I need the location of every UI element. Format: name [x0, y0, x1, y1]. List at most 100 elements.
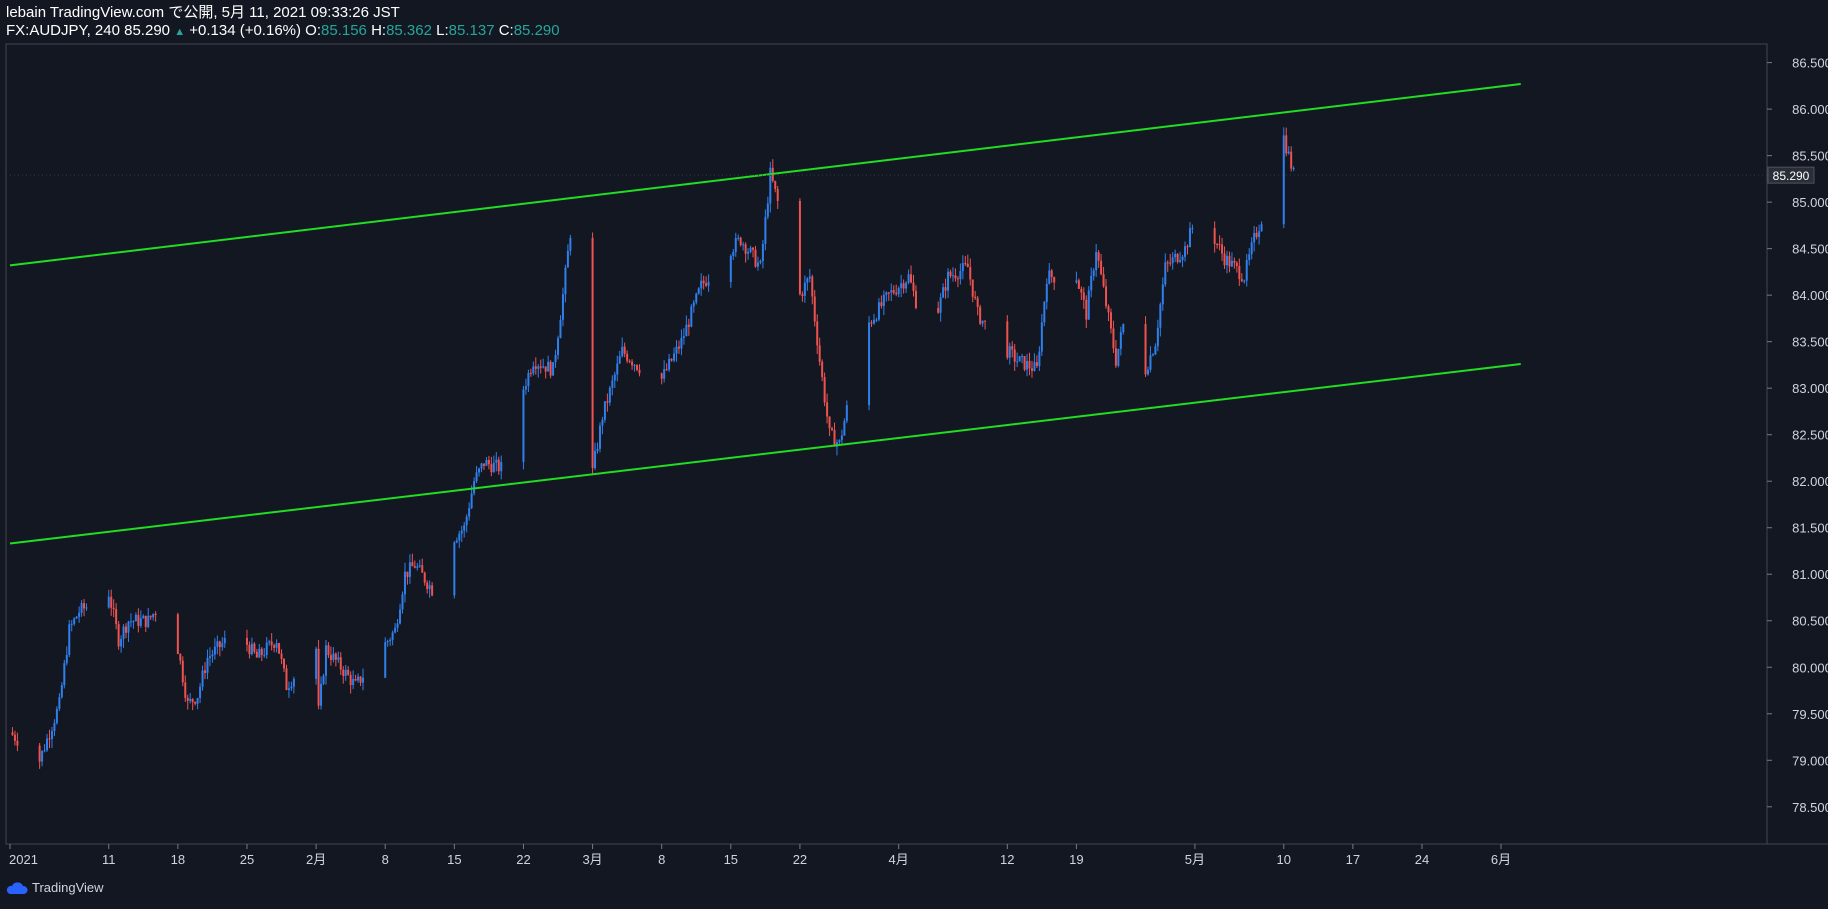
candle-body	[495, 459, 498, 463]
candle-body	[48, 738, 51, 740]
candle-body	[1223, 253, 1226, 266]
candle-body	[756, 262, 759, 267]
candle-body	[813, 296, 816, 322]
candle-body	[1087, 290, 1090, 320]
candle-body	[1107, 306, 1110, 313]
candle-body	[1156, 327, 1159, 347]
candle-body	[1235, 262, 1238, 266]
candle-body	[971, 279, 974, 297]
candle-body	[50, 731, 53, 740]
candle-body	[774, 180, 777, 190]
candle-body	[75, 616, 78, 619]
candle-body	[823, 377, 826, 403]
price-chart[interactable]: 86.500 86.000 85.500 85.000 84.500 84.000 83.5…	[0, 0, 1828, 909]
candle-body	[245, 637, 248, 645]
candle-body	[608, 387, 611, 403]
candle-body	[1260, 224, 1263, 232]
candle-body	[196, 698, 199, 704]
candle-body	[912, 282, 915, 291]
price-tick-label: 85.500	[1792, 149, 1828, 164]
candle-body	[739, 237, 742, 245]
candle-body	[453, 542, 456, 596]
time-tick-label: 22	[793, 852, 807, 867]
candle-body	[1245, 260, 1248, 281]
candle-body	[937, 308, 940, 313]
candle-body	[132, 621, 135, 623]
candle-body	[961, 263, 964, 272]
candle-body	[485, 460, 488, 466]
candle-body	[1221, 244, 1224, 254]
candle-body	[554, 355, 557, 363]
candle-body	[947, 271, 950, 291]
candle-body	[561, 294, 564, 320]
candle-body	[147, 615, 150, 627]
price-tick-label: 86.500	[1792, 56, 1828, 71]
candle-body	[1040, 322, 1043, 352]
candle-body	[468, 508, 471, 517]
candle-body	[65, 654, 68, 664]
candle-body	[1285, 135, 1288, 154]
price-tick-label: 81.500	[1792, 521, 1828, 536]
candle-body	[1013, 349, 1016, 362]
candle-body	[1053, 277, 1056, 283]
candle-body	[181, 660, 184, 683]
candle-body	[253, 643, 256, 652]
candle-body	[1248, 254, 1251, 261]
candle-body	[268, 641, 271, 643]
candle-body	[534, 366, 537, 369]
candle-body	[478, 468, 481, 473]
candles-layer	[11, 127, 1295, 769]
price-tick-label: 85.000	[1792, 195, 1828, 210]
candle-body	[285, 668, 288, 690]
candle-body	[139, 618, 142, 626]
candle-body	[401, 594, 404, 610]
candle-body	[290, 686, 293, 689]
candle-body	[566, 250, 569, 268]
time-tick-label: 12	[1000, 852, 1014, 867]
candle-body	[887, 292, 890, 294]
candle-body	[352, 678, 355, 685]
candle-body	[1082, 292, 1085, 300]
candle-body	[732, 251, 735, 257]
candle-body	[680, 337, 683, 349]
candle-body	[349, 674, 352, 685]
candle-body	[527, 372, 530, 387]
price-tick-label: 83.000	[1792, 381, 1828, 396]
candle-body	[900, 283, 903, 289]
candle-body	[1146, 369, 1149, 375]
candle-body	[826, 402, 829, 417]
candle-body	[875, 319, 878, 321]
candle-body	[1038, 351, 1041, 366]
candle-body	[954, 275, 957, 279]
candle-body	[1166, 262, 1169, 264]
candle-body	[1018, 356, 1021, 362]
candle-body	[1188, 228, 1191, 248]
price-tick-label: 80.000	[1792, 660, 1828, 675]
candle-body	[902, 283, 905, 289]
candle-body	[1159, 304, 1162, 328]
candle-body	[428, 585, 431, 589]
candle-body	[144, 615, 147, 627]
candle-body	[742, 244, 745, 246]
candle-body	[78, 612, 81, 617]
time-axis[interactable]: 2021 11 18 25 2月 8 15 22 3月 8 15 22 4月 12 19 5月 10 17 24 6月	[9, 844, 1511, 867]
time-tick-label: 5月	[1185, 852, 1205, 867]
candle-body	[332, 653, 335, 660]
candle-body	[1164, 262, 1167, 285]
candle-body	[1035, 362, 1038, 366]
candle-body	[322, 675, 325, 684]
candle-body	[248, 644, 251, 655]
candle-body	[522, 389, 525, 462]
tradingview-brand[interactable]: TradingView	[6, 880, 104, 895]
candle-body	[354, 678, 357, 681]
candle-body	[122, 626, 125, 639]
candle-body	[1191, 228, 1194, 230]
candle-body	[492, 462, 495, 473]
time-tick-label: 25	[240, 852, 254, 867]
candle-body	[41, 750, 44, 762]
candle-body	[1186, 246, 1189, 248]
candle-body	[458, 533, 461, 541]
candle-body	[475, 472, 478, 482]
candle-body	[1144, 324, 1147, 375]
candle-body	[1085, 299, 1088, 320]
